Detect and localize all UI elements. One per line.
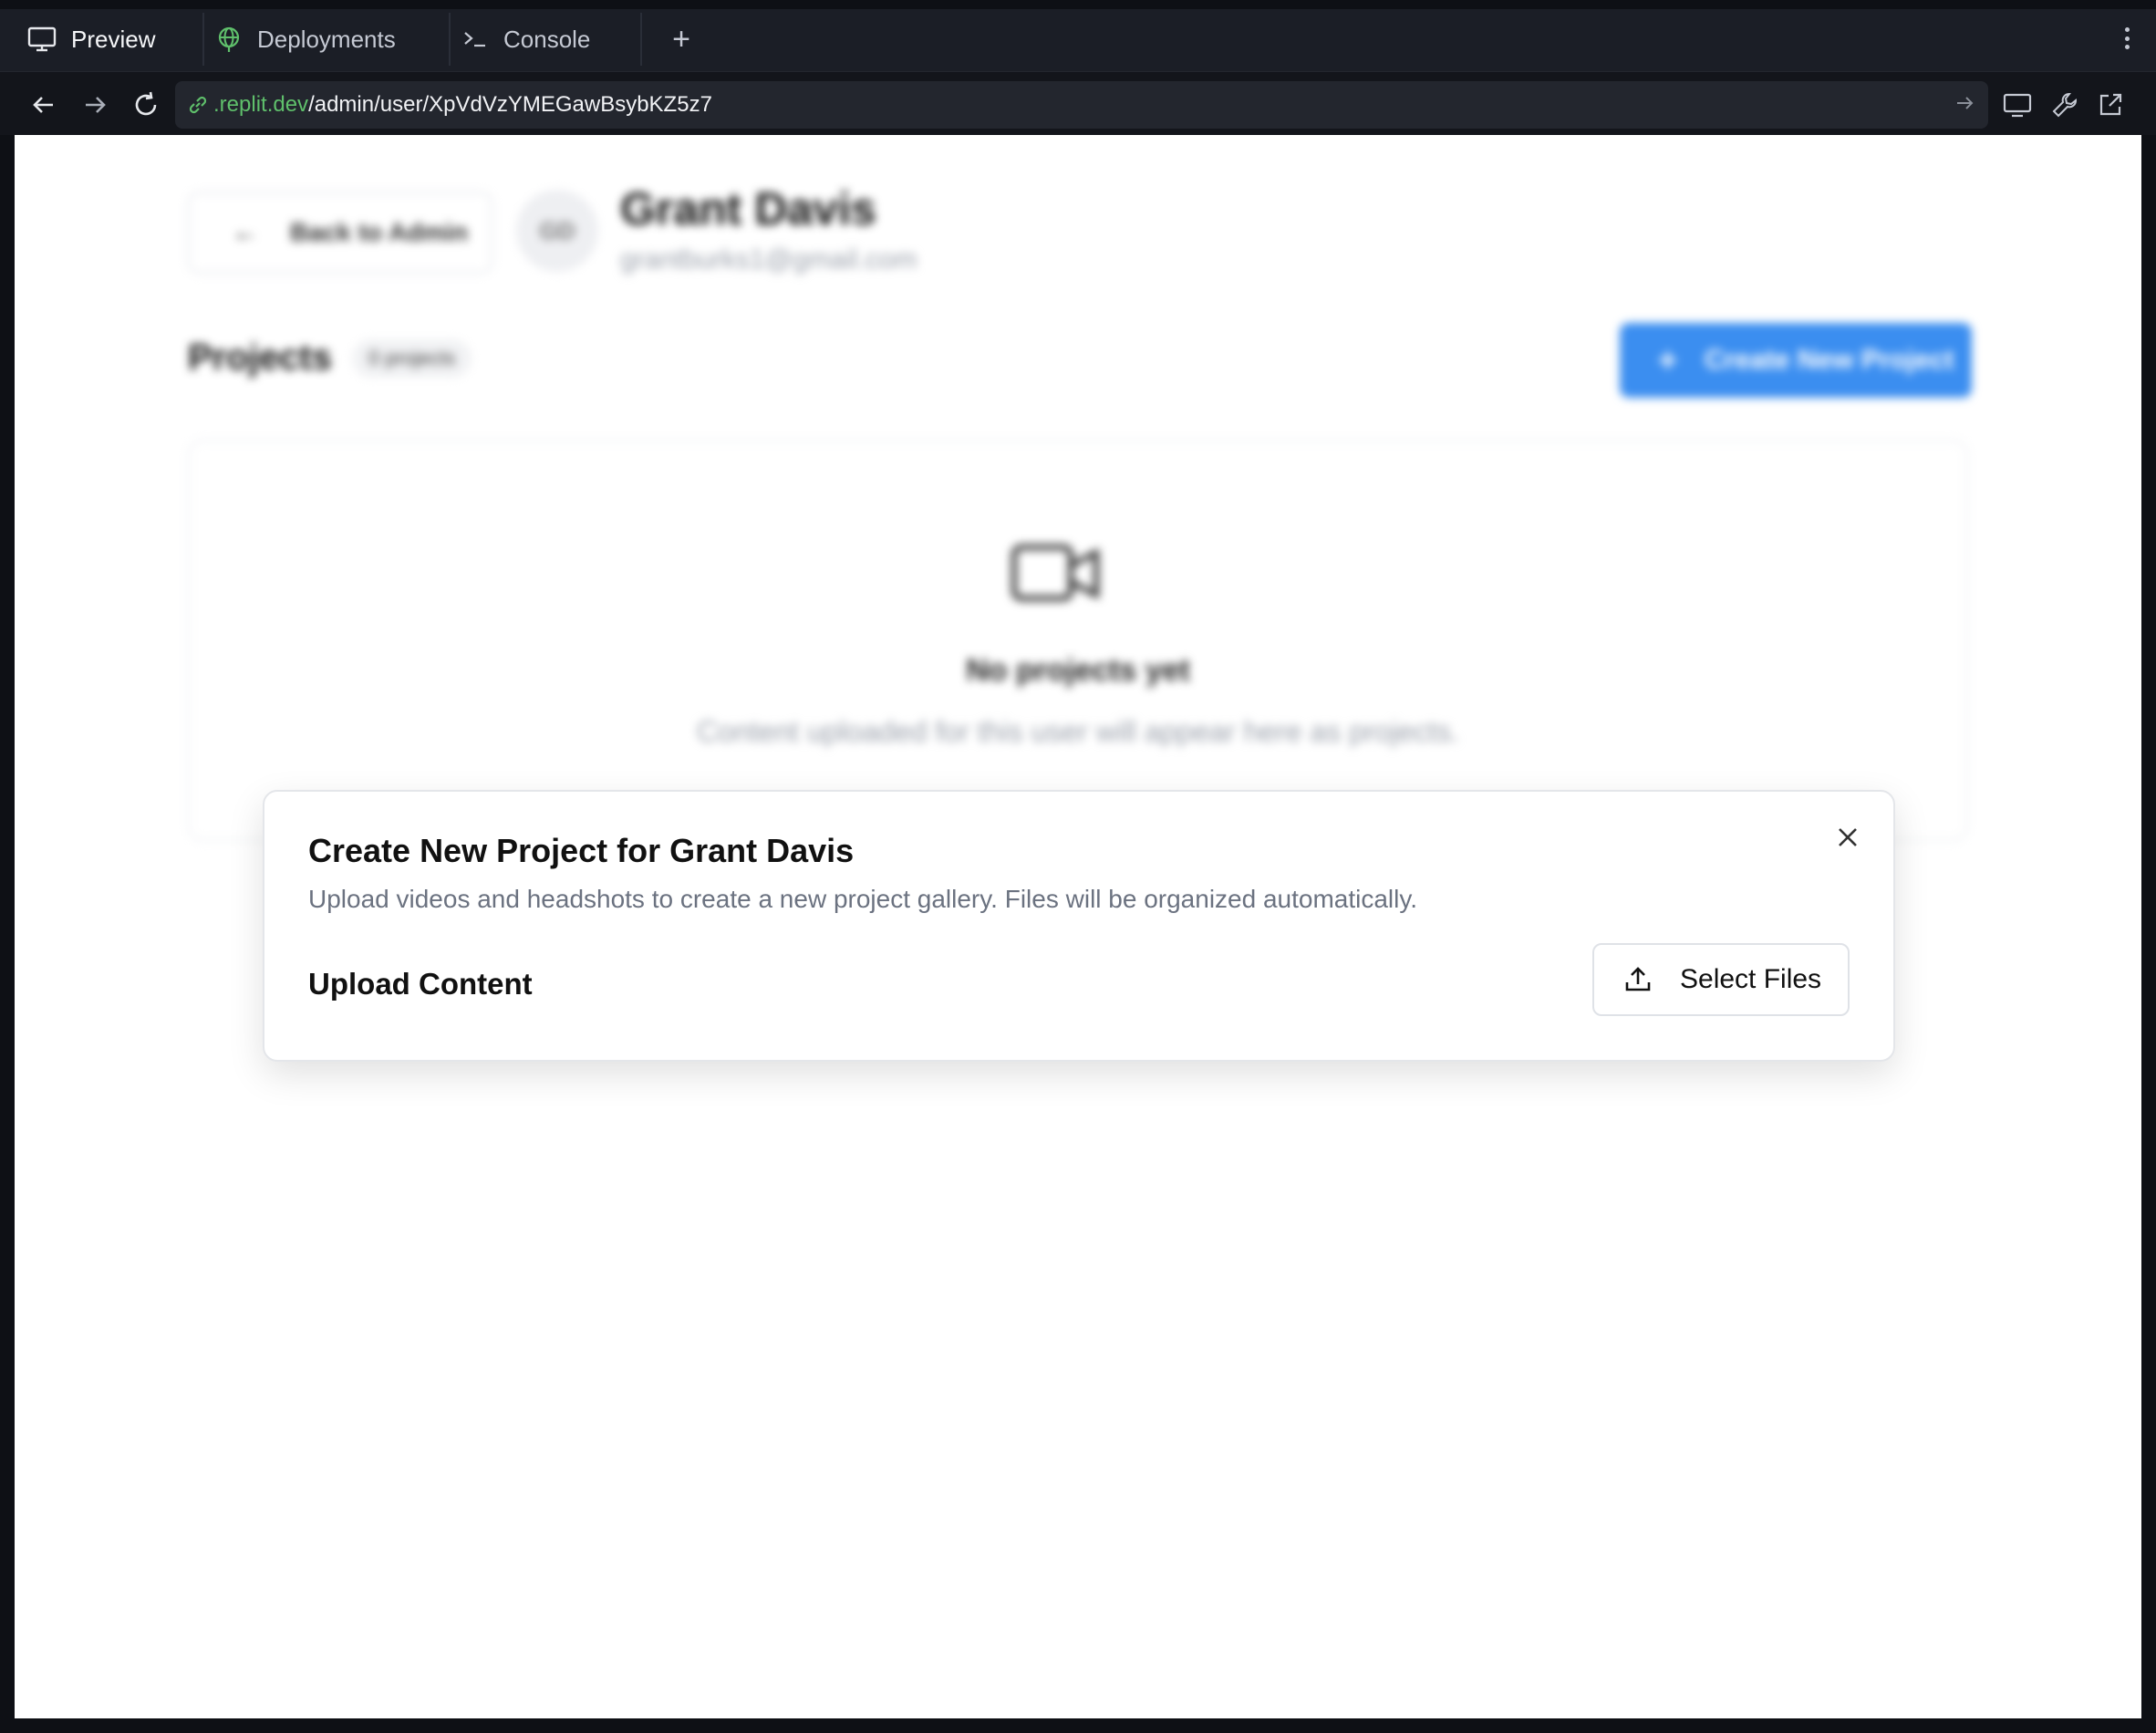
reload-button[interactable] xyxy=(130,88,162,121)
plus-icon: + xyxy=(672,21,690,57)
arrow-right-icon xyxy=(1957,97,1974,109)
user-name: Grant Davis xyxy=(620,183,876,234)
create-project-dialog: Create New Project for Grant Davis Uploa… xyxy=(263,790,1895,1062)
tab-bar: Preview Deployments Console + xyxy=(0,0,2156,71)
new-tab-button[interactable]: + xyxy=(658,11,704,67)
select-files-button[interactable]: Select Files xyxy=(1592,943,1850,1016)
monitor-icon xyxy=(2003,93,2032,118)
upload-icon xyxy=(1625,967,1651,991)
tab-divider xyxy=(449,13,451,66)
dialog-title: Create New Project for Grant Davis xyxy=(308,832,855,869)
url-path: /admin/user/XpVdVzYMEGawBsybKZ5z7 xyxy=(308,92,712,117)
window-edge xyxy=(0,0,2156,9)
avatar: GD xyxy=(516,190,598,272)
dialog-description: Upload videos and headshots to create a … xyxy=(308,885,1418,913)
empty-state-description: Content uploaded for this user will appe… xyxy=(696,715,1460,748)
tab-preview[interactable]: Preview xyxy=(15,11,202,67)
url-domain: .replit.dev xyxy=(213,92,309,117)
empty-state-card: No projects yet Content uploaded for thi… xyxy=(188,440,1968,841)
reload-icon xyxy=(135,91,157,116)
arrow-left-icon: ← xyxy=(232,217,259,247)
go-button[interactable] xyxy=(1954,92,1975,119)
tab-deployments[interactable]: Deployments xyxy=(215,11,447,67)
tab-label: Console xyxy=(503,25,591,53)
url-input[interactable]: .replit.dev/admin/user/XpVdVzYMEGawBsybK… xyxy=(175,81,1988,129)
user-email: grantburks1@gmail.com xyxy=(620,244,917,275)
arrow-left-icon xyxy=(33,97,53,113)
create-new-project-button: + Create New Project xyxy=(1620,323,1972,398)
empty-state-title: No projects yet xyxy=(966,653,1190,688)
projects-heading: Projects xyxy=(188,337,332,378)
devtools-button[interactable] xyxy=(2048,88,2081,121)
link-icon xyxy=(189,96,207,114)
address-bar-row: .replit.dev/admin/user/XpVdVzYMEGawBsybK… xyxy=(0,71,2156,135)
terminal-icon xyxy=(464,32,485,47)
more-options-icon[interactable] xyxy=(2118,20,2136,57)
wrench-icon xyxy=(2052,93,2077,118)
plus-icon: + xyxy=(1658,341,1678,379)
forward-button[interactable] xyxy=(78,88,111,121)
device-preview-button[interactable] xyxy=(2001,88,2034,121)
back-to-admin-button: ← Back to Admin xyxy=(188,192,492,274)
upload-content-label: Upload Content xyxy=(308,967,533,1001)
globe-icon xyxy=(218,26,240,52)
select-files-label: Select Files xyxy=(1680,964,1822,994)
preview-viewport: ← Back to Admin GD Grant Davis grantburk… xyxy=(15,135,2141,1718)
back-to-admin-label: Back to Admin xyxy=(290,218,468,246)
open-new-window-button[interactable] xyxy=(2094,88,2127,121)
projects-count-badge: 0 projects xyxy=(352,339,472,378)
close-icon xyxy=(1839,828,1857,846)
tab-label: Deployments xyxy=(257,25,396,53)
back-button[interactable] xyxy=(27,88,60,121)
tab-label: Preview xyxy=(71,25,156,53)
external-link-icon xyxy=(2099,93,2122,116)
monitor-icon xyxy=(27,26,57,52)
create-new-project-label: Create New Project xyxy=(1705,345,1954,375)
close-button[interactable] xyxy=(1829,819,1866,856)
arrow-right-icon xyxy=(86,97,106,113)
tab-divider xyxy=(640,13,642,66)
tab-console[interactable]: Console xyxy=(461,11,638,67)
tab-divider xyxy=(202,13,204,66)
video-icon xyxy=(1011,545,1099,601)
